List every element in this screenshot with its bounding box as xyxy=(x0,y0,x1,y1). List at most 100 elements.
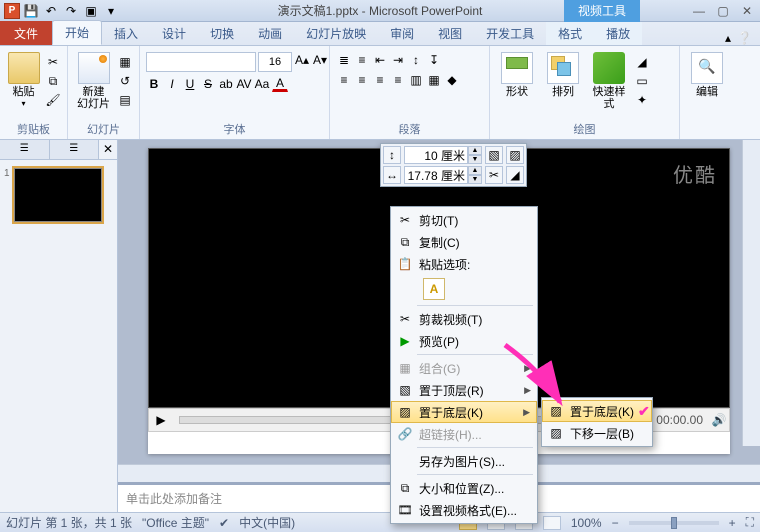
justify-icon[interactable]: ≡ xyxy=(390,72,406,88)
tab-insert[interactable]: 插入 xyxy=(102,22,150,45)
fit-window-button[interactable]: ⛶ xyxy=(746,515,754,530)
columns-icon[interactable]: ▥ xyxy=(408,72,424,88)
paste-button[interactable]: 粘贴▾ xyxy=(6,52,41,110)
strike-button[interactable]: S xyxy=(200,76,216,92)
status-spellcheck-icon[interactable]: ✔ xyxy=(219,516,229,530)
ctx-preview[interactable]: ▶预览(P) xyxy=(391,330,537,352)
editing-button[interactable]: 编辑 xyxy=(686,52,728,98)
tab-animations[interactable]: 动画 xyxy=(246,22,294,45)
tab-home[interactable]: 开始 xyxy=(52,20,102,45)
video-play-button[interactable]: ▶ xyxy=(149,413,173,427)
char-spacing-icon[interactable]: AV xyxy=(236,76,252,92)
align-left-icon[interactable]: ≡ xyxy=(336,72,352,88)
tab-review[interactable]: 审阅 xyxy=(378,22,426,45)
reset-icon[interactable]: ↺ xyxy=(117,73,133,89)
text-direction-icon[interactable]: ↧ xyxy=(426,52,442,68)
zoom-level[interactable]: 100% xyxy=(571,516,602,530)
qat-undo[interactable]: ↶ xyxy=(42,2,60,20)
tab-developer[interactable]: 开发工具 xyxy=(474,22,546,45)
cut-icon[interactable]: ✂ xyxy=(45,54,61,70)
thumb-tab-slides[interactable]: ☰ xyxy=(0,140,50,159)
crop-menu-mini[interactable]: ◢ xyxy=(506,166,524,184)
arrange-button[interactable]: 排列 xyxy=(542,52,584,98)
shapes-button[interactable]: 形状 xyxy=(496,52,538,98)
thumb-tab-outline[interactable]: ☰ xyxy=(50,140,100,159)
shadow-button[interactable]: ab xyxy=(218,76,234,92)
width-input[interactable] xyxy=(404,166,468,184)
underline-button[interactable]: U xyxy=(182,76,198,92)
smartart-icon[interactable]: ◆ xyxy=(444,72,460,88)
height-down[interactable]: ▼ xyxy=(468,155,482,164)
app-icon[interactable]: P xyxy=(4,3,20,19)
tab-transitions[interactable]: 切换 xyxy=(198,22,246,45)
qat-save[interactable]: 💾 xyxy=(22,2,40,20)
indent-inc-icon[interactable]: ⇥ xyxy=(390,52,406,68)
ctx-send-back[interactable]: ▨置于底层(K)▶ xyxy=(391,401,537,423)
shape-effects-icon[interactable]: ✦ xyxy=(634,92,650,108)
qat-redo[interactable]: ↷ xyxy=(62,2,80,20)
view-slideshow-button[interactable] xyxy=(543,516,561,530)
ctx-trim-video[interactable]: ✂剪裁视频(T) xyxy=(391,308,537,330)
send-backward-mini[interactable]: ▨ xyxy=(506,146,524,164)
change-case-icon[interactable]: Aa xyxy=(254,76,270,92)
slide-thumbnail-1[interactable]: 1 xyxy=(14,168,113,222)
zoom-out-button[interactable]: − xyxy=(612,516,619,530)
height-up[interactable]: ▲ xyxy=(468,146,482,155)
minimize-ribbon-icon[interactable]: ▴ xyxy=(725,31,731,45)
tab-video-format[interactable]: 格式 xyxy=(546,22,594,45)
thumb-pane-close[interactable]: ✕ xyxy=(99,140,117,159)
font-family-input[interactable] xyxy=(146,52,256,72)
vertical-scrollbar[interactable] xyxy=(742,140,760,446)
width-up[interactable]: ▲ xyxy=(468,166,482,175)
tab-view[interactable]: 视图 xyxy=(426,22,474,45)
align-text-icon[interactable]: ▦ xyxy=(426,72,442,88)
numbering-icon[interactable]: ≡ xyxy=(354,52,370,68)
grow-font-icon[interactable]: A▴ xyxy=(294,52,310,68)
tab-file[interactable]: 文件 xyxy=(0,21,52,45)
font-color-icon[interactable]: A xyxy=(272,76,288,92)
bullets-icon[interactable]: ≣ xyxy=(336,52,352,68)
video-volume-icon[interactable]: 🔊 xyxy=(709,413,729,427)
section-icon[interactable]: ▤ xyxy=(117,92,133,108)
close-button[interactable]: ✕ xyxy=(738,4,756,18)
shape-fill-icon[interactable]: ◢ xyxy=(634,54,650,70)
shrink-font-icon[interactable]: A▾ xyxy=(312,52,328,68)
minimize-button[interactable]: — xyxy=(690,4,708,18)
height-input[interactable] xyxy=(404,146,468,164)
align-center-icon[interactable]: ≡ xyxy=(354,72,370,88)
crop-mini[interactable]: ✂ xyxy=(485,166,503,184)
zoom-in-button[interactable]: + xyxy=(729,516,736,530)
format-painter-icon[interactable]: 🖌 xyxy=(45,92,61,108)
shape-outline-icon[interactable]: ▭ xyxy=(634,73,650,89)
qat-customize[interactable]: ▾ xyxy=(102,2,120,20)
status-language[interactable]: 中文(中国) xyxy=(239,514,295,531)
ctx-bring-front[interactable]: ▧置于顶层(R)▶ xyxy=(391,379,537,401)
line-spacing-icon[interactable]: ↕ xyxy=(408,52,424,68)
sub-back-one[interactable]: ▨下移一层(B) xyxy=(542,422,652,444)
quickstyle-button[interactable]: 快速样式 xyxy=(588,52,630,110)
help-icon[interactable]: ❔ xyxy=(737,31,752,45)
font-size-input[interactable] xyxy=(258,52,292,72)
italic-button[interactable]: I xyxy=(164,76,180,92)
paste-keep-format[interactable]: A xyxy=(423,278,445,300)
copy-icon[interactable]: ⧉ xyxy=(45,73,61,89)
restore-button[interactable]: ▢ xyxy=(714,4,732,18)
tab-design[interactable]: 设计 xyxy=(150,22,198,45)
bold-button[interactable]: B xyxy=(146,76,162,92)
new-slide-button[interactable]: 新建 幻灯片 xyxy=(74,52,113,110)
tab-slideshow[interactable]: 幻灯片放映 xyxy=(294,22,378,45)
qat-slideshow[interactable]: ▣ xyxy=(82,2,100,20)
indent-dec-icon[interactable]: ⇤ xyxy=(372,52,388,68)
sub-send-back[interactable]: ▨置于底层(K) xyxy=(542,400,652,422)
ctx-format-video[interactable]: 🎞设置视频格式(E)... xyxy=(391,499,537,521)
ctx-cut[interactable]: ✂剪切(T) xyxy=(391,209,537,231)
ctx-size-pos[interactable]: ⧉大小和位置(Z)... xyxy=(391,477,537,499)
align-right-icon[interactable]: ≡ xyxy=(372,72,388,88)
bring-forward-mini[interactable]: ▧ xyxy=(485,146,503,164)
width-down[interactable]: ▼ xyxy=(468,175,482,184)
ctx-copy[interactable]: ⧉复制(C) xyxy=(391,231,537,253)
zoom-slider[interactable] xyxy=(629,521,719,525)
tab-video-playback[interactable]: 播放 xyxy=(594,22,642,45)
ctx-save-pic[interactable]: 另存为图片(S)... xyxy=(391,450,537,472)
layout-icon[interactable]: ▦ xyxy=(117,54,133,70)
